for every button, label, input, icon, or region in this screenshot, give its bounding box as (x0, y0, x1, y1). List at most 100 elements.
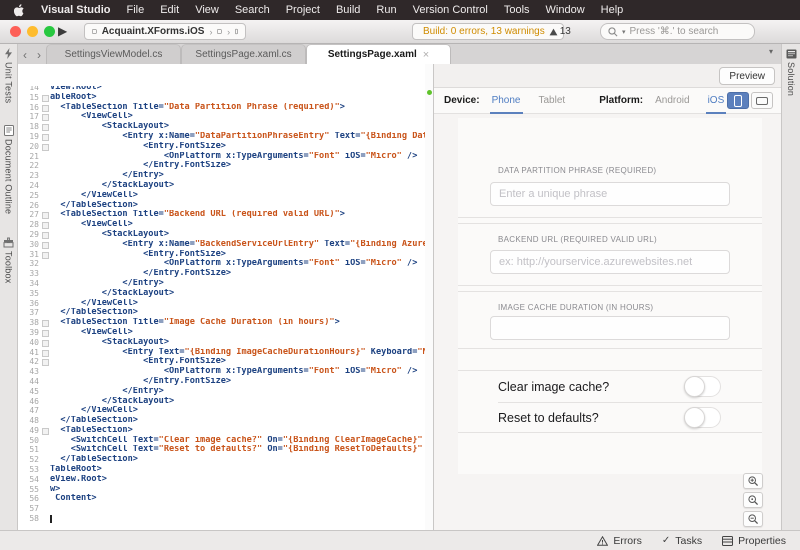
dock-item-unit-tests[interactable]: Unit Tests (4, 48, 14, 103)
entry-field[interactable] (490, 182, 730, 206)
fold-marker[interactable] (41, 112, 50, 122)
code-line[interactable]: 47 </ViewCell> (18, 406, 425, 416)
fold-marker[interactable] (41, 240, 50, 250)
zoom-in-button[interactable] (743, 473, 763, 489)
menu-item-search[interactable]: Search (235, 4, 270, 16)
menu-item-run[interactable]: Run (376, 4, 396, 16)
code-line[interactable]: 36 </ViewCell> (18, 299, 425, 309)
code-line[interactable]: 34 </Entry> (18, 279, 425, 289)
code-line[interactable]: 22 </Entry.FontSize> (18, 161, 425, 171)
fold-marker[interactable] (41, 318, 50, 328)
search-scope-caret-icon[interactable]: ▾ (622, 28, 626, 36)
code-line[interactable]: 37 </TableSection> (18, 308, 425, 318)
zoom-out-button[interactable] (743, 511, 763, 527)
code-line[interactable]: 26 </TableSection> (18, 201, 425, 211)
fold-marker[interactable] (41, 220, 50, 230)
status-item-properties[interactable]: Properties (722, 535, 786, 547)
toggle-switch[interactable] (684, 376, 721, 397)
breadcrumb[interactable]: Acquaint.XForms.iOS › › (84, 23, 246, 40)
code-line[interactable]: 14View.Root> (18, 83, 425, 93)
code-line[interactable]: 33 </Entry.FontSize> (18, 269, 425, 279)
search-box[interactable]: ▾ (600, 23, 755, 40)
entry-field[interactable] (490, 250, 730, 274)
menu-item-help[interactable]: Help (601, 4, 624, 16)
code-line[interactable]: 46 </StackLayout> (18, 397, 425, 407)
dock-item-document-outline[interactable]: Document Outline (4, 125, 14, 214)
fold-marker[interactable] (41, 122, 50, 132)
fold-marker[interactable] (41, 93, 50, 103)
dock-item-toolbox[interactable]: Toolbox (3, 237, 14, 283)
traffic-close-button[interactable] (10, 26, 21, 37)
code-line[interactable]: 27 <TableSection Title="Backend URL (req… (18, 210, 425, 220)
code-line[interactable]: 57 (18, 504, 425, 514)
code-line[interactable]: 42 <Entry.FontSize> (18, 357, 425, 367)
device-option-tablet[interactable]: Tablet (537, 88, 568, 114)
code-line[interactable]: 15ableRoot> (18, 93, 425, 103)
code-line[interactable]: 49 <TableSection> (18, 426, 425, 436)
code-line[interactable]: 18 <StackLayout> (18, 122, 425, 132)
fold-marker[interactable] (41, 103, 50, 113)
toggle-switch[interactable] (684, 407, 721, 428)
close-icon[interactable]: × (423, 49, 429, 61)
menu-item-project[interactable]: Project (286, 4, 320, 16)
tab-settingspage-xaml-cs[interactable]: SettingsPage.xaml.cs (181, 44, 306, 64)
code-line[interactable]: 31 <Entry.FontSize> (18, 250, 425, 260)
dock-item-solution[interactable]: Solution (786, 49, 797, 96)
navigate-forward-icon[interactable]: › (32, 48, 46, 64)
menu-item-tools[interactable]: Tools (504, 4, 530, 16)
code-line[interactable]: 38 <TableSection Title="Image Cache Dura… (18, 318, 425, 328)
code-line[interactable]: 29 <StackLayout> (18, 230, 425, 240)
fold-marker[interactable] (41, 338, 50, 348)
device-option-phone[interactable]: Phone (490, 88, 523, 114)
code-line[interactable]: 44 </Entry.FontSize> (18, 377, 425, 387)
fold-marker[interactable] (41, 132, 50, 142)
menu-item-build[interactable]: Build (336, 4, 360, 16)
apple-menu-icon[interactable] (14, 4, 25, 17)
fold-marker[interactable] (41, 328, 50, 338)
traffic-zoom-button[interactable] (44, 26, 55, 37)
code-line[interactable]: 39 <ViewCell> (18, 328, 425, 338)
fold-marker[interactable] (41, 230, 50, 240)
code-editor[interactable]: 14View.Root>15ableRoot>16 <TableSection … (18, 64, 425, 530)
fold-marker[interactable] (41, 210, 50, 220)
tab-settingspage-xaml[interactable]: SettingsPage.xaml× (306, 44, 451, 64)
code-line[interactable]: 23 </Entry> (18, 171, 425, 181)
code-line[interactable]: 17 <ViewCell> (18, 112, 425, 122)
code-line[interactable]: 19 <Entry x:Name="DataPartitionPhraseEnt… (18, 132, 425, 142)
fold-marker[interactable] (41, 348, 50, 358)
traffic-minimize-button[interactable] (27, 26, 38, 37)
code-line[interactable]: 50 <SwitchCell Text="Clear image cache?"… (18, 436, 425, 446)
navigate-back-icon[interactable]: ‹ (18, 48, 32, 64)
code-line[interactable]: 35 </StackLayout> (18, 289, 425, 299)
code-line[interactable]: 40 <StackLayout> (18, 338, 425, 348)
code-line[interactable]: 16 <TableSection Title="Data Partition P… (18, 103, 425, 113)
code-line[interactable]: 41 <Entry Text="{Binding ImageCacheDurat… (18, 348, 425, 358)
fold-marker[interactable] (41, 357, 50, 367)
landscape-orientation-button[interactable] (751, 92, 773, 109)
build-status[interactable]: Build: 0 errors, 13 warnings 13 (412, 23, 564, 40)
platform-option-ios[interactable]: iOS (706, 88, 727, 114)
code-line[interactable]: 58 (18, 514, 425, 524)
code-line[interactable]: 51 <SwitchCell Text="Reset to defaults?"… (18, 445, 425, 455)
code-line[interactable]: 20 <Entry.FontSize> (18, 142, 425, 152)
zoom-actual-size-button[interactable] (743, 492, 763, 508)
code-line[interactable]: 48 </TableSection> (18, 416, 425, 426)
code-line[interactable]: 32 <OnPlatform x:TypeArguments="Font" iO… (18, 259, 425, 269)
preview-pad-caret-icon[interactable]: ▾ (769, 47, 773, 56)
menu-item-edit[interactable]: Edit (160, 4, 179, 16)
code-line[interactable]: 30 <Entry x:Name="BackendServiceUrlEntry… (18, 240, 425, 250)
code-line[interactable]: 55w> (18, 485, 425, 495)
search-input[interactable] (630, 26, 740, 37)
platform-option-android[interactable]: Android (653, 88, 691, 114)
code-line[interactable]: 24 </StackLayout> (18, 181, 425, 191)
entry-field[interactable] (490, 316, 730, 340)
menu-item-version-control[interactable]: Version Control (413, 4, 488, 16)
menu-item-window[interactable]: Window (546, 4, 585, 16)
menu-item-view[interactable]: View (195, 4, 219, 16)
code-line[interactable]: 28 <ViewCell> (18, 220, 425, 230)
code-line[interactable]: 25 </ViewCell> (18, 191, 425, 201)
code-line[interactable]: 21 <OnPlatform x:TypeArguments="Font" iO… (18, 152, 425, 162)
editor-scrollbar[interactable] (425, 64, 433, 530)
tab-settingsviewmodel-cs[interactable]: SettingsViewModel.cs (46, 44, 181, 64)
fold-marker[interactable] (41, 426, 50, 436)
